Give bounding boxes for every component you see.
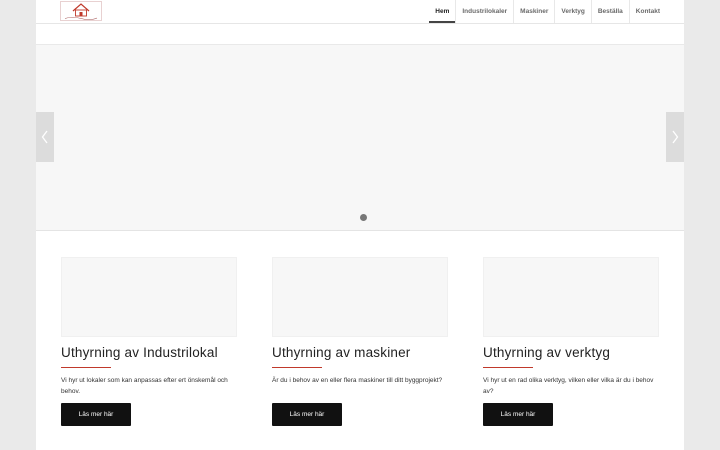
card-divider xyxy=(272,367,322,368)
slider-next-button[interactable] xyxy=(666,112,684,162)
card-image[interactable] xyxy=(272,257,448,337)
main-nav: Hem Industrilokaler Maskiner Verktyg Bes… xyxy=(429,0,666,23)
hero-slider xyxy=(36,45,684,231)
site-logo[interactable] xyxy=(60,1,102,21)
card-title: Uthyrning av verktyg xyxy=(483,345,611,360)
card-title: Uthyrning av maskiner xyxy=(272,345,411,360)
nav-item-maskiner[interactable]: Maskiner xyxy=(513,0,554,23)
house-logo-icon xyxy=(60,1,102,21)
card-industrilokal: Uthyrning av Industrilokal Vi hyr ut lok… xyxy=(61,257,237,426)
card-divider xyxy=(61,367,111,368)
header-subbar xyxy=(36,24,684,45)
chevron-left-icon xyxy=(41,130,48,144)
card-maskiner: Uthyrning av maskiner Är du i behov av e… xyxy=(272,257,448,426)
read-more-button[interactable]: Läs mer här xyxy=(272,403,342,426)
nav-item-verktyg[interactable]: Verktyg xyxy=(554,0,591,23)
slider-prev-button[interactable] xyxy=(36,112,54,162)
card-image[interactable] xyxy=(483,257,659,337)
card-text: Vi hyr ut lokaler som kan anpassas efter… xyxy=(61,377,228,395)
card-title: Uthyrning av Industrilokal xyxy=(61,345,218,360)
read-more-button[interactable]: Läs mer här xyxy=(61,403,131,426)
nav-item-bestalla[interactable]: Beställa xyxy=(590,0,629,23)
card-divider xyxy=(483,367,533,368)
card-image[interactable] xyxy=(61,257,237,337)
page: Hem Industrilokaler Maskiner Verktyg Bes… xyxy=(36,0,684,450)
slider-dot[interactable] xyxy=(360,214,367,221)
card-text: Är du i behov av en eller flera maskiner… xyxy=(272,377,443,384)
chevron-right-icon xyxy=(672,130,679,144)
card-verktyg: Uthyrning av verktyg Vi hyr ut en rad ol… xyxy=(483,257,659,426)
nav-item-hem[interactable]: Hem xyxy=(429,0,456,23)
nav-item-kontakt[interactable]: Kontakt xyxy=(628,0,666,23)
nav-item-industrilokaler[interactable]: Industrilokaler xyxy=(455,0,513,23)
read-more-button[interactable]: Läs mer här xyxy=(483,403,553,426)
site-header: Hem Industrilokaler Maskiner Verktyg Bes… xyxy=(36,0,684,24)
card-text: Vi hyr ut en rad olika verktyg, vilken e… xyxy=(483,377,654,395)
